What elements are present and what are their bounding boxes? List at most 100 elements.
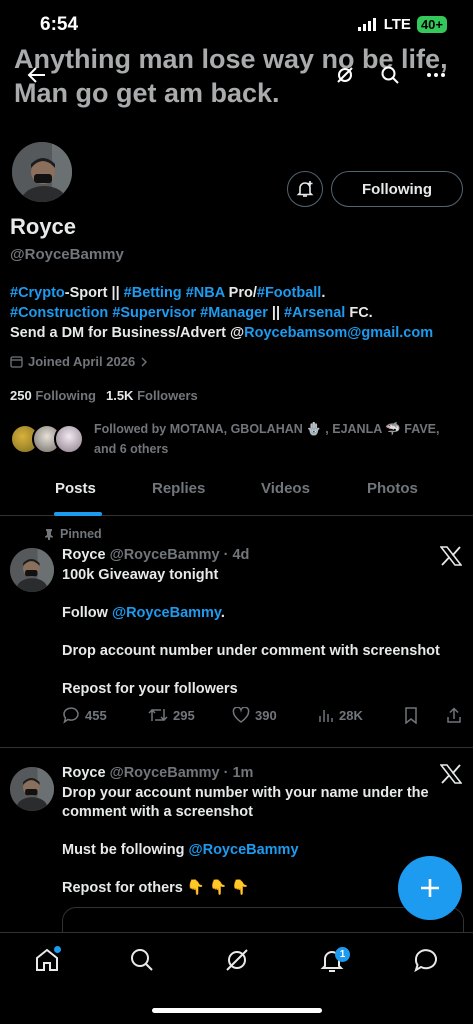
- followers-count: 1.5K: [105, 388, 134, 403]
- followed-by-line-1: Followed by MOTANA, GBOLAHAN 🪬 , EJANLA …: [94, 422, 440, 436]
- chevron-right-icon: [141, 357, 148, 366]
- post-author-handle[interactable]: @RoyceBammy: [110, 765, 220, 781]
- heart-icon: [232, 707, 250, 723]
- post-body[interactable]: 100k Giveaway tonight Follow @RoyceBammy…: [62, 566, 466, 699]
- profile-stats: 250 Following 1.5K Followers: [10, 388, 198, 403]
- share-button[interactable]: [446, 706, 462, 724]
- post-line: Repost for your followers: [62, 681, 238, 697]
- more-options-button[interactable]: [419, 58, 453, 92]
- tab-posts[interactable]: Posts: [55, 480, 96, 497]
- battery-icon: 40+: [416, 16, 447, 33]
- bio-text: ||: [267, 305, 285, 321]
- profile-avatar[interactable]: [10, 140, 74, 204]
- tab-replies[interactable]: Replies: [152, 480, 205, 497]
- views-button[interactable]: 28K: [318, 707, 404, 723]
- avatar-photo: [10, 767, 54, 811]
- notification-bell-button[interactable]: [287, 171, 323, 207]
- grok-button[interactable]: [328, 58, 362, 92]
- following-button[interactable]: Following: [331, 171, 463, 207]
- share-icon: [447, 706, 461, 723]
- following-stat[interactable]: 250 Following: [10, 388, 96, 403]
- notifications-badge: 1: [335, 947, 350, 962]
- post-time[interactable]: · 4d: [224, 547, 250, 563]
- post-avatar[interactable]: [10, 767, 54, 811]
- network-label: LTE: [383, 16, 411, 33]
- followed-by-line-2: and 6 others: [94, 442, 169, 456]
- status-indicators: LTE 40+: [357, 16, 447, 33]
- post-author-name[interactable]: Royce: [62, 765, 106, 781]
- bio-link[interactable]: #Manager: [200, 305, 268, 321]
- tab-videos[interactable]: Videos: [261, 480, 310, 497]
- nav-home[interactable]: [30, 943, 64, 977]
- post-avatar[interactable]: [10, 548, 54, 592]
- reply-button[interactable]: 455: [62, 706, 148, 724]
- post-header: Royce @RoyceBammy · 1m: [62, 765, 253, 781]
- nav-notifications[interactable]: 1: [315, 943, 350, 977]
- compose-post-button[interactable]: [398, 856, 462, 920]
- avatar-photo: [12, 142, 72, 202]
- profile-bio: #Crypto-Sport || #Betting #NBA Pro/#Foot…: [10, 283, 470, 343]
- pinned-label: Pinned: [60, 527, 102, 541]
- bookmark-icon: [405, 706, 417, 724]
- bio-line-1: #Crypto-Sport || #Betting #NBA Pro/#Foot…: [10, 283, 470, 303]
- bio-line-3: Send a DM for Business/Advert @Roycebams…: [10, 323, 470, 343]
- home-indicator: [152, 1008, 322, 1013]
- back-button[interactable]: [20, 58, 54, 92]
- search-icon: [381, 66, 399, 84]
- profile-name: Royce: [10, 214, 77, 239]
- followers-stat[interactable]: 1.5K Followers: [106, 388, 198, 403]
- post-line: Drop your account number with your name …: [62, 785, 429, 801]
- views-count: 28K: [339, 707, 363, 723]
- followers-label: Followers: [137, 388, 198, 403]
- grok-icon: [226, 949, 248, 971]
- bio-link[interactable]: #Crypto: [10, 285, 65, 301]
- nav-search[interactable]: [125, 943, 159, 977]
- post-line: Drop account number under comment with s…: [62, 643, 440, 659]
- post-divider: [0, 747, 473, 748]
- following-count: 250: [10, 388, 32, 403]
- bio-link[interactable]: #Construction: [10, 305, 108, 321]
- joined-label: Joined April 2026: [28, 354, 136, 369]
- avatar-photo: [10, 548, 54, 592]
- bio-link[interactable]: #Football: [257, 285, 321, 301]
- tab-photos[interactable]: Photos: [367, 480, 418, 497]
- bio-link[interactable]: #Supervisor: [112, 305, 196, 321]
- followed-by-avatars[interactable]: [10, 424, 86, 456]
- like-button[interactable]: 390: [232, 707, 318, 723]
- post-author-handle[interactable]: @RoyceBammy: [110, 547, 220, 563]
- repost-button[interactable]: 295: [148, 707, 232, 723]
- bookmark-button[interactable]: [404, 706, 446, 724]
- repost-count: 295: [173, 707, 195, 723]
- search-icon: [131, 949, 153, 971]
- plus-icon: [421, 879, 439, 897]
- bio-text: Send a DM for Business/Advert @: [10, 325, 245, 341]
- mention-link[interactable]: @RoyceBammy: [112, 605, 221, 621]
- search-button[interactable]: [373, 58, 407, 92]
- status-time: 6:54: [40, 14, 79, 35]
- post-author-name[interactable]: Royce: [62, 547, 106, 563]
- signal-icon: [357, 18, 376, 31]
- followed-by-text[interactable]: Followed by MOTANA, GBOLAHAN 🪬 , EJANLA …: [94, 419, 464, 459]
- nav-grok[interactable]: [220, 943, 254, 977]
- mention-link[interactable]: @RoyceBammy: [188, 842, 298, 858]
- home-dot: [54, 946, 61, 953]
- post-actions: 455 295 390 28K: [62, 706, 466, 724]
- post-line: Follow @RoyceBammy.: [62, 605, 225, 621]
- pin-icon: [45, 529, 53, 540]
- bio-link[interactable]: #Betting: [124, 285, 182, 301]
- repost-icon: [148, 708, 168, 722]
- profile-tabs: Posts Replies Videos Photos: [0, 468, 473, 516]
- nav-messages[interactable]: [409, 943, 443, 977]
- follower-avatar: [54, 424, 84, 454]
- bio-text: -Sport ||: [64, 285, 124, 301]
- post-line: comment with a screenshot: [62, 804, 253, 820]
- bell-plus-icon: [296, 181, 314, 197]
- reply-icon: [63, 707, 79, 724]
- arrow-left-icon: [27, 67, 45, 83]
- bio-link[interactable]: Roycebamsom@gmail.com: [244, 325, 433, 341]
- bio-link[interactable]: #NBA: [186, 285, 225, 301]
- joined-date[interactable]: Joined April 2026: [10, 354, 148, 369]
- bio-link[interactable]: #Arsenal: [284, 305, 345, 321]
- more-icon: [427, 73, 445, 77]
- post-time[interactable]: · 1m: [224, 765, 254, 781]
